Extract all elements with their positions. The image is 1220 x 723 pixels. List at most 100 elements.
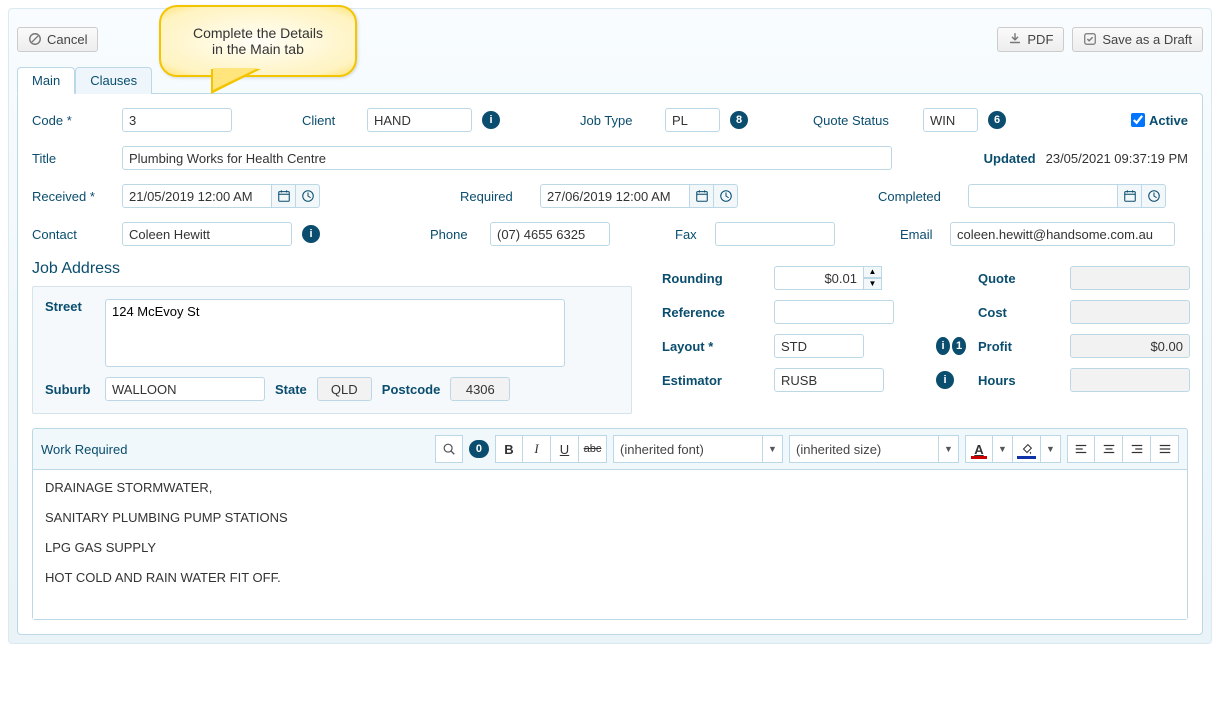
- suburb-input[interactable]: [105, 377, 265, 401]
- underline-button[interactable]: U: [551, 435, 579, 463]
- font-dropdown-icon[interactable]: ▼: [763, 435, 783, 463]
- fillcolor-dropdown-icon[interactable]: ▼: [1041, 435, 1061, 463]
- font-select[interactable]: (inherited font): [613, 435, 763, 463]
- client-input[interactable]: [367, 108, 472, 132]
- label-reference: Reference: [662, 305, 762, 320]
- contact-input[interactable]: [122, 222, 292, 246]
- required-dategroup: [540, 184, 738, 208]
- contact-info-icon[interactable]: i: [302, 225, 320, 243]
- textcolor-dropdown-icon[interactable]: ▼: [993, 435, 1013, 463]
- title-input[interactable]: [122, 146, 892, 170]
- postcode-input: [450, 377, 510, 401]
- quote-input: [1070, 266, 1190, 290]
- layout-input[interactable]: [774, 334, 864, 358]
- label-fax: Fax: [675, 227, 705, 242]
- label-layout: Layout: [662, 339, 762, 354]
- label-jobtype: Job Type: [580, 113, 655, 128]
- label-client: Client: [302, 113, 357, 128]
- jobtype-badge: 8: [730, 111, 748, 129]
- layout-badge: 1: [952, 337, 966, 355]
- tab-main[interactable]: Main: [17, 67, 75, 94]
- label-postcode: Postcode: [382, 382, 441, 397]
- updated-value: 23/05/2021 09:37:19 PM: [1046, 151, 1188, 166]
- label-email: Email: [900, 227, 940, 242]
- label-hours: Hours: [978, 373, 1058, 388]
- email-input[interactable]: [950, 222, 1175, 246]
- size-select[interactable]: (inherited size): [789, 435, 939, 463]
- code-input[interactable]: [122, 108, 232, 132]
- estimator-input[interactable]: [774, 368, 884, 392]
- completed-calendar-icon[interactable]: [1118, 184, 1142, 208]
- job-address-heading: Job Address: [32, 260, 632, 278]
- tab-panel-main: Code Client i Job Type 8 Quote Status 6 …: [17, 93, 1203, 635]
- label-street: Street: [45, 299, 95, 314]
- size-dropdown-icon[interactable]: ▼: [939, 435, 959, 463]
- active-checkbox-input[interactable]: [1131, 113, 1145, 127]
- label-rounding: Rounding: [662, 271, 762, 286]
- save-draft-label: Save as a Draft: [1102, 32, 1192, 47]
- required-calendar-icon[interactable]: [690, 184, 714, 208]
- layout-info-icon[interactable]: i: [936, 337, 950, 355]
- side-details: Rounding ▲ ▼ Quote Reference Cost: [662, 266, 1190, 392]
- client-info-icon[interactable]: i: [482, 111, 500, 129]
- app-frame: Complete the Details in the Main tab Can…: [8, 8, 1212, 644]
- label-title: Title: [32, 151, 112, 166]
- received-calendar-icon[interactable]: [272, 184, 296, 208]
- tabs: Main Clauses Code Client i Job Type 8 Qu…: [17, 67, 1203, 635]
- fax-input[interactable]: [715, 222, 835, 246]
- workrequired-textarea[interactable]: DRAINAGE STORMWATER, SANITARY PLUMBING P…: [33, 469, 1187, 619]
- align-left-button[interactable]: [1067, 435, 1095, 463]
- received-input[interactable]: [122, 184, 272, 208]
- cancel-label: Cancel: [47, 32, 87, 47]
- reference-input[interactable]: [774, 300, 894, 324]
- required-input[interactable]: [540, 184, 690, 208]
- instruction-callout: Complete the Details in the Main tab: [159, 5, 357, 77]
- label-suburb: Suburb: [45, 382, 95, 397]
- label-updated: Updated: [984, 151, 1036, 166]
- rounding-down-button[interactable]: ▼: [864, 278, 882, 290]
- align-right-button[interactable]: [1123, 435, 1151, 463]
- label-quote: Quote: [978, 271, 1058, 286]
- estimator-info-icon[interactable]: i: [936, 371, 954, 389]
- strike-button[interactable]: abc: [579, 435, 607, 463]
- received-clock-icon[interactable]: [296, 184, 320, 208]
- active-label: Active: [1149, 113, 1188, 128]
- jobtype-input[interactable]: [665, 108, 720, 132]
- required-clock-icon[interactable]: [714, 184, 738, 208]
- phone-input[interactable]: [490, 222, 610, 246]
- label-required: Required: [460, 189, 530, 204]
- quotestatus-input[interactable]: [923, 108, 978, 132]
- italic-button[interactable]: I: [523, 435, 551, 463]
- active-checkbox[interactable]: Active: [1131, 113, 1188, 128]
- cost-input: [1070, 300, 1190, 324]
- label-state: State: [275, 382, 307, 397]
- callout-line1: Complete the Details: [193, 25, 323, 41]
- cancel-button[interactable]: Cancel: [17, 27, 98, 52]
- work-required-editor: Work Required 0 B I U abc (inherited fon…: [32, 428, 1188, 620]
- completed-clock-icon[interactable]: [1142, 184, 1166, 208]
- rounding-up-button[interactable]: ▲: [864, 266, 882, 278]
- label-received: Received: [32, 189, 112, 204]
- label-profit: Profit: [978, 339, 1058, 354]
- textcolor-button[interactable]: A: [965, 435, 993, 463]
- save-draft-button[interactable]: Save as a Draft: [1072, 27, 1203, 52]
- callout-line2: in the Main tab: [193, 41, 323, 57]
- completed-input[interactable]: [968, 184, 1118, 208]
- align-justify-button[interactable]: [1151, 435, 1179, 463]
- quotestatus-badge: 6: [988, 111, 1006, 129]
- street-input[interactable]: 124 McEvoy St: [105, 299, 565, 367]
- label-workrequired: Work Required: [41, 442, 127, 457]
- completed-dategroup: [968, 184, 1166, 208]
- tab-clauses[interactable]: Clauses: [75, 67, 152, 94]
- bold-button[interactable]: B: [495, 435, 523, 463]
- pdf-label: PDF: [1027, 32, 1053, 47]
- label-code: Code: [32, 113, 112, 128]
- fillcolor-button[interactable]: [1013, 435, 1041, 463]
- download-icon: [1008, 32, 1022, 46]
- received-dategroup: [122, 184, 320, 208]
- align-center-button[interactable]: [1095, 435, 1123, 463]
- editor-search-button[interactable]: [435, 435, 463, 463]
- rounding-input[interactable]: [774, 266, 864, 290]
- hours-input: [1070, 368, 1190, 392]
- pdf-button[interactable]: PDF: [997, 27, 1064, 52]
